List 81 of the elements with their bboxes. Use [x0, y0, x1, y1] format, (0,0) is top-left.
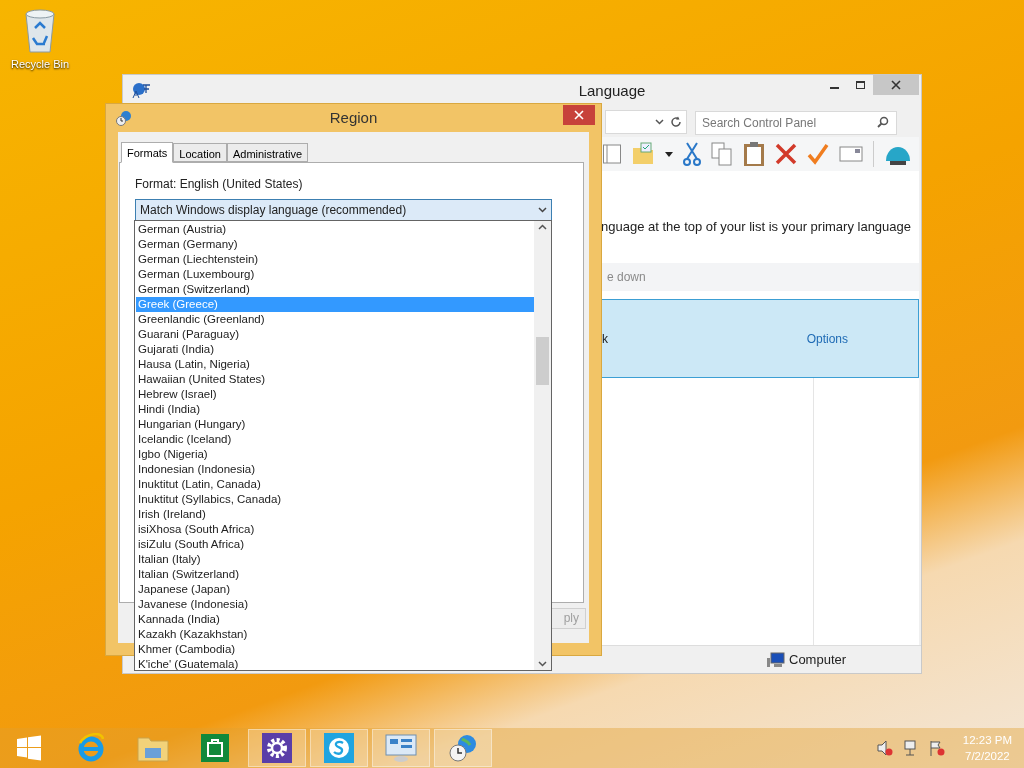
store-bag-icon: [201, 734, 229, 762]
dropdown-option[interactable]: Indonesian (Indonesia): [136, 462, 534, 477]
dropdown-option[interactable]: Javanese (Indonesia): [136, 597, 534, 612]
gear-icon: [262, 733, 292, 763]
globe-clock-icon: [448, 733, 478, 763]
dropdown-option[interactable]: Japanese (Japan): [136, 582, 534, 597]
folder-checkmark-icon[interactable]: [631, 142, 655, 166]
dropdown-option[interactable]: German (Luxembourg): [136, 267, 534, 282]
window-title: Language: [578, 80, 646, 101]
chat-s-icon: [324, 733, 354, 763]
dropdown-option[interactable]: German (Liechtenstein): [136, 252, 534, 267]
flag-icon[interactable]: [928, 740, 945, 756]
dropdown-option[interactable]: German (Switzerland): [136, 282, 534, 297]
dropdown-option[interactable]: Kazakh (Kazakhstan): [136, 627, 534, 642]
dropdown-option[interactable]: Hawaiian (United States): [136, 372, 534, 387]
dropdown-option[interactable]: Igbo (Nigeria): [136, 447, 534, 462]
language-globe-icon: [131, 81, 151, 99]
dropdown-option[interactable]: K'iche' (Guatemala): [136, 657, 534, 672]
recycle-bin-icon[interactable]: [23, 8, 57, 54]
taskbar-button[interactable]: [248, 729, 306, 767]
scrollbar-thumb[interactable]: [536, 336, 549, 385]
dropdown-option[interactable]: Hindi (India): [136, 402, 534, 417]
scrollbar[interactable]: [534, 221, 551, 670]
window-pane-icon[interactable]: [603, 143, 621, 165]
clipboard-icon[interactable]: [743, 141, 765, 167]
dropdown-option[interactable]: Kannada (India): [136, 612, 534, 627]
computer-icon: [767, 651, 785, 668]
window-title: Region: [329, 107, 378, 128]
dropdown-option[interactable]: Inuktitut (Latin, Canada): [136, 477, 534, 492]
tab[interactable]: Administrative: [226, 143, 308, 162]
dropdown-option[interactable]: Italian (Italy): [136, 552, 534, 567]
copy-icon[interactable]: [711, 142, 733, 166]
description-text: nguage at the top of your list is your primary language: [601, 218, 911, 235]
dropdown-option[interactable]: isiXhosa (South Africa): [136, 522, 534, 537]
windows-logo-icon: [16, 735, 42, 761]
tab[interactable]: Formats: [121, 142, 174, 163]
options-link[interactable]: Options: [806, 329, 848, 348]
close-button[interactable]: [563, 105, 595, 125]
dropdown-option[interactable]: Inuktitut (Syllabics, Canada): [136, 492, 534, 507]
envelope-icon[interactable]: [839, 145, 863, 163]
dropdown-option[interactable]: Guarani (Paraguay): [136, 327, 534, 342]
dropdown-option[interactable]: isiZulu (South Africa): [136, 537, 534, 552]
globe-clock-icon: [116, 110, 132, 126]
dropdown-option[interactable]: Hebrew (Israel): [136, 387, 534, 402]
chevron-down-icon[interactable]: [538, 207, 547, 213]
dropdown-option[interactable]: Hungarian (Hungary): [136, 417, 534, 432]
caret-down-icon[interactable]: [665, 151, 673, 157]
dropdown-option[interactable]: Italian (Switzerland): [136, 567, 534, 582]
control-panel-icon: [385, 733, 417, 763]
status-text: Computer: [789, 650, 847, 669]
dropdown-option[interactable]: Gujarati (India): [136, 342, 534, 357]
taskbar-button[interactable]: [372, 729, 430, 767]
language-name: k: [602, 330, 608, 348]
folder-icon: [137, 734, 169, 762]
chevron-down-icon[interactable]: [655, 119, 664, 125]
dropdown-option[interactable]: Khmer (Cambodia): [136, 642, 534, 657]
browser-e-icon: [76, 733, 106, 763]
search-field[interactable]: Search Control Panel: [695, 111, 897, 135]
close-icon: [891, 80, 901, 90]
close-icon: [574, 110, 584, 120]
delete-icon[interactable]: [775, 143, 797, 165]
taskbar-button[interactable]: [434, 729, 492, 767]
dropdown-option[interactable]: German (Austria): [136, 222, 534, 237]
clock-time: 12:23 PM: [962, 733, 1012, 748]
checkmark-icon[interactable]: [807, 143, 829, 165]
speaker-muted-icon[interactable]: [876, 740, 893, 756]
format-dropdown[interactable]: Match Windows display language (recommended): [135, 199, 552, 221]
scroll-down-icon[interactable]: [538, 661, 547, 667]
scroll-up-icon[interactable]: [538, 224, 547, 230]
dropdown-option[interactable]: German (Germany): [136, 237, 534, 252]
dropdown-option[interactable]: Hausa (Latin, Nigeria): [136, 357, 534, 372]
refresh-icon[interactable]: [670, 116, 682, 128]
dropdown-option[interactable]: Irish (Ireland): [136, 507, 534, 522]
network-icon[interactable]: [902, 740, 919, 756]
dropdown-option[interactable]: Greenlandic (Greenland): [136, 312, 534, 327]
tab[interactable]: Location: [173, 143, 227, 162]
dropdown-option[interactable]: Icelandic (Iceland): [136, 432, 534, 447]
search-icon[interactable]: [877, 116, 889, 128]
clock-date: 7/2/2022: [965, 749, 1010, 764]
scissors-icon[interactable]: [683, 142, 701, 166]
format-label: Format: English (United States): [135, 176, 304, 193]
